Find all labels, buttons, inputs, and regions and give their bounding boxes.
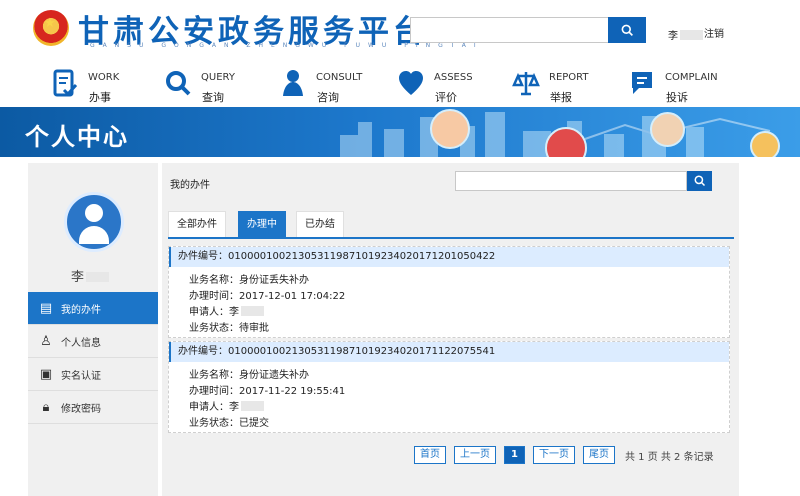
sidebar-menu: ▤ 我的办件 ♙ 个人信息 ▣ 实名认证 🔒︎ 修改密码 — [28, 292, 158, 424]
sidebar: 李 ▤ 我的办件 ♙ 个人信息 ▣ 实名认证 🔒︎ 修改密码 — [28, 163, 158, 496]
staff-avatar-small-icon — [750, 131, 780, 157]
sidebar-item-real-name[interactable]: ▣ 实名认证 — [28, 358, 158, 391]
site-pinyin: GANSU GONGAN ZHENGWU FUWU PINGTAI — [90, 42, 484, 49]
list-icon: ▤ — [39, 300, 53, 316]
processing-time: 办理时间：2017-11-22 19:55:41 — [189, 386, 346, 397]
sidebar-item-personal-info[interactable]: ♙ 个人信息 — [28, 325, 158, 358]
next-page-button[interactable]: 下一页 — [532, 446, 575, 464]
redacted-name — [680, 30, 703, 40]
main-nav: WORK 办事 QUERY 查询 CONSULT 咨询 ASSESS 评价 RE… — [0, 62, 800, 107]
search-icon — [694, 175, 705, 187]
lock-icon: 🔒︎ — [42, 399, 50, 415]
previous-page-button[interactable]: 上一页 — [454, 446, 496, 464]
top-search-input[interactable] — [410, 17, 608, 43]
tab-completed[interactable]: 已办结 — [296, 211, 344, 237]
id-card-icon: ▣ — [39, 366, 53, 382]
last-page-button[interactable]: 尾页 — [582, 446, 615, 464]
nav-assess[interactable]: ASSESS 评价 — [396, 67, 508, 105]
business-name: 业务名称：身份证丢失补办 — [189, 275, 309, 286]
personal-center-banner: 个人中心 — [0, 107, 800, 157]
sidebar-item-password[interactable]: 🔒︎ 修改密码 — [28, 391, 158, 424]
staff-avatar-male-icon — [650, 112, 685, 147]
current-page-button[interactable]: 1 — [504, 446, 525, 464]
case-tabs: 全部办件 办理中 已办结 — [168, 211, 734, 239]
police-emblem-icon — [33, 10, 69, 46]
nav-work[interactable]: WORK 办事 — [50, 67, 162, 105]
user-avatar[interactable] — [64, 192, 124, 252]
person-icon — [278, 68, 308, 98]
pagination: 首页 上一页 1 下一页 尾页 共 1 页 共 2 条记录 — [414, 445, 714, 465]
heart-icon — [396, 68, 426, 98]
sidebar-item-my-cases[interactable]: ▤ 我的办件 — [28, 292, 158, 325]
case-number: 办件编号：01000010021305311987101923402017120… — [169, 247, 729, 267]
search-icon — [621, 24, 633, 36]
nav-complain[interactable]: COMPLAIN 投诉 — [627, 67, 739, 105]
magnifier-icon — [163, 68, 193, 98]
message-icon — [627, 68, 657, 98]
main-panel: 我的办件 全部办件 办理中 已办结 办件编号：01000010021305311… — [162, 163, 739, 496]
user-icon: ♙ — [40, 333, 52, 349]
applicant-redacted-name — [241, 401, 264, 411]
applicant: 申请人：李 — [189, 305, 729, 321]
sidebar-redacted-name — [86, 272, 110, 282]
case-number: 办件编号：01000010021305311987101923402017112… — [169, 342, 729, 362]
sidebar-user-name: 李 — [71, 266, 110, 285]
case-search-button[interactable] — [687, 171, 712, 191]
banner-title: 个人中心 — [25, 123, 129, 151]
applicant: 申请人：李 — [189, 400, 729, 416]
page-title: 我的办件 — [170, 180, 210, 191]
staff-avatar-female-icon — [430, 109, 470, 149]
first-page-button[interactable]: 首页 — [414, 446, 446, 464]
nav-query[interactable]: QUERY 查询 — [163, 67, 275, 105]
tab-in-progress[interactable]: 办理中 — [238, 211, 286, 237]
nav-consult[interactable]: CONSULT 咨询 — [278, 67, 390, 105]
case-record[interactable]: 办件编号：01000010021305311987101923402017120… — [168, 246, 730, 338]
scale-icon — [511, 68, 541, 98]
site-header: 甘肃公安政务服务平台 GANSU GONGAN ZHENGWU FUWU PIN… — [0, 0, 800, 62]
processing-time: 办理时间：2017-12-01 17:04:22 — [189, 291, 346, 302]
case-record[interactable]: 办件编号：01000010021305311987101923402017112… — [168, 341, 730, 433]
document-check-icon — [50, 68, 80, 98]
nav-report[interactable]: REPORT 举报 — [511, 67, 623, 105]
user-name: 李 — [668, 27, 703, 42]
logout-link[interactable]: 注销 — [704, 25, 724, 40]
business-status: 业务状态：待审批 — [189, 323, 269, 334]
tab-all-cases[interactable]: 全部办件 — [168, 211, 226, 237]
applicant-redacted-name — [241, 306, 264, 316]
business-status: 业务状态：已提交 — [189, 418, 269, 429]
top-search-button[interactable] — [608, 17, 646, 43]
business-name: 业务名称：身份证遗失补办 — [189, 370, 309, 381]
pagination-summary: 共 1 页 共 2 条记录 — [624, 451, 714, 463]
case-search-input[interactable] — [455, 171, 687, 191]
